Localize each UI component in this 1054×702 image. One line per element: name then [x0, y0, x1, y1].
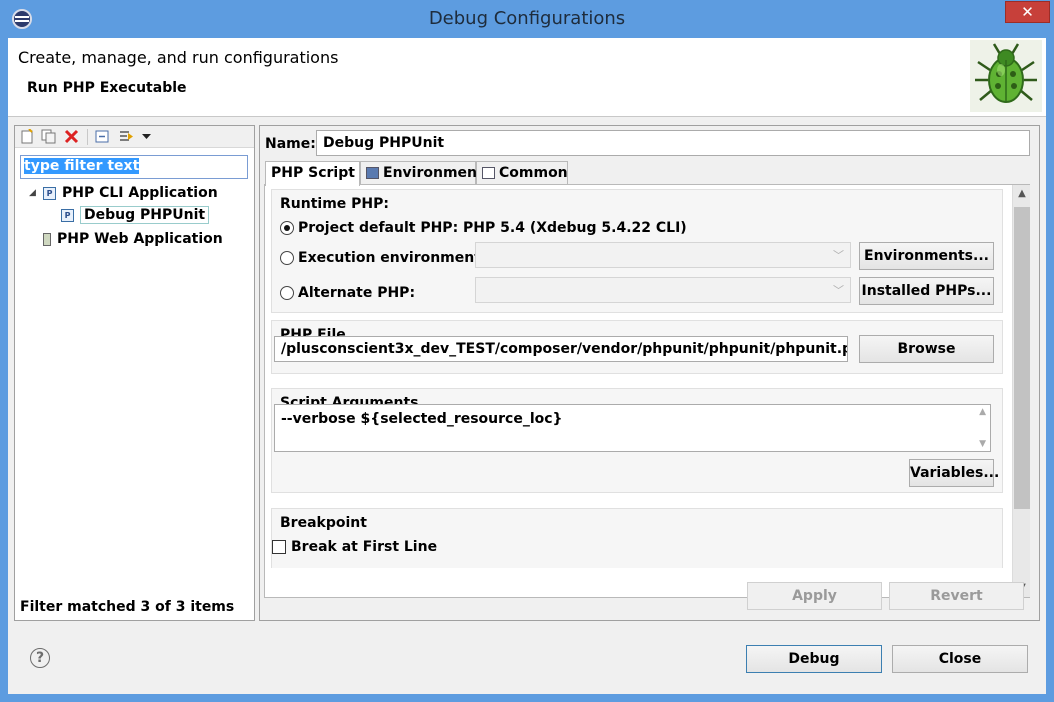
chevron-down-icon: ﹀	[833, 249, 844, 262]
dialog-window: Debug Configurations ✕ Create, manage, a…	[0, 0, 1054, 702]
filter-placeholder: type filter text	[24, 158, 140, 174]
browse-button[interactable]: Browse	[859, 335, 994, 363]
radio-button[interactable]	[280, 251, 294, 265]
variables-button[interactable]: Variables...	[909, 459, 999, 487]
alternate-php-combo[interactable]: ﹀	[475, 277, 851, 303]
script-arguments-group: Script Arguments --verbose ${selected_re…	[271, 388, 1003, 493]
bug-icon	[970, 40, 1042, 112]
tab-label: Common	[499, 165, 568, 181]
name-label: Name:	[265, 136, 316, 152]
radio-project-default[interactable]: Project default PHP: PHP 5.4 (Xdebug 5.4…	[280, 220, 687, 236]
title-bar[interactable]: Debug Configurations ✕	[0, 0, 1054, 38]
close-button[interactable]: Close	[892, 645, 1028, 673]
php-web-icon	[43, 232, 51, 246]
radio-label: Project default PHP: PHP 5.4 (Xdebug 5.4…	[298, 220, 687, 236]
view-menu-icon[interactable]	[139, 129, 154, 144]
delete-icon[interactable]	[64, 129, 79, 144]
radio-label: Alternate PHP:	[298, 285, 416, 301]
config-editor-panel: Name: Debug PHPUnit PHP Script Environme…	[259, 125, 1040, 621]
duplicate-icon[interactable]	[41, 129, 56, 144]
tree-item-php-web[interactable]: PHP Web Application	[43, 231, 223, 251]
script-arguments-field[interactable]: --verbose ${selected_resource_loc} ▲ ▼	[274, 404, 991, 452]
break-first-line-checkbox-row[interactable]: Break at First Line	[272, 539, 437, 555]
environment-icon	[366, 167, 379, 179]
scrollbar-thumb[interactable]	[1014, 207, 1030, 509]
tree-item-label: PHP CLI Application	[62, 185, 218, 201]
new-config-icon[interactable]	[20, 129, 35, 144]
radio-alternate-php[interactable]: Alternate PHP:	[280, 285, 415, 301]
tree-item-php-cli[interactable]: P PHP CLI Application	[43, 185, 218, 205]
dialog-header-title: Create, manage, and run configurations	[18, 48, 339, 67]
dialog-client: Create, manage, and run configurations R…	[8, 38, 1046, 694]
filter-input[interactable]: type filter text	[20, 155, 248, 179]
tree-item-label: Debug PHPUnit	[80, 206, 210, 224]
revert-button[interactable]: Revert	[889, 582, 1024, 610]
dialog-header-subtitle: Run PHP Executable	[27, 80, 187, 96]
filter-status: Filter matched 3 of 3 items	[20, 599, 235, 615]
config-toolbar	[15, 126, 254, 148]
textarea-scroll-down-icon[interactable]: ▼	[979, 439, 986, 449]
scroll-up-icon[interactable]: ▲	[1013, 185, 1031, 203]
window-title: Debug Configurations	[428, 8, 626, 29]
chevron-down-icon: ﹀	[833, 284, 844, 297]
script-arguments-value: --verbose ${selected_resource_loc}	[281, 411, 563, 427]
filter-icon[interactable]	[119, 129, 134, 144]
tree-item-debug-phpunit[interactable]: P Debug PHPUnit	[61, 206, 210, 227]
runtime-php-title: Runtime PHP:	[280, 196, 389, 212]
break-first-line-checkbox[interactable]	[272, 540, 286, 554]
radio-label: Execution environment:	[298, 250, 487, 266]
radio-button-selected[interactable]	[280, 221, 294, 235]
php-file-icon: P	[61, 208, 74, 222]
expand-collapse-icon[interactable]: ◢	[29, 188, 36, 198]
execution-env-combo[interactable]: ﹀	[475, 242, 851, 268]
collapse-all-icon[interactable]	[95, 129, 110, 144]
config-name-field[interactable]: Debug PHPUnit	[316, 130, 1030, 156]
breakpoint-group: Breakpoint Break at First Line	[271, 508, 1003, 568]
environments-button[interactable]: Environments...	[859, 242, 994, 270]
tab-label: Environment	[383, 165, 484, 181]
tab-common[interactable]: Common	[476, 161, 568, 185]
php-script-tab-content: ▲ ▼ Runtime PHP: Project default PHP: PH…	[264, 184, 1030, 598]
radio-execution-env[interactable]: Execution environment:	[280, 250, 487, 266]
apply-button[interactable]: Apply	[747, 582, 882, 610]
config-list-panel: type filter text ◢ P PHP CLI Application …	[14, 125, 255, 621]
tab-php-script[interactable]: PHP Script	[265, 161, 360, 186]
help-icon[interactable]: ?	[30, 648, 50, 668]
runtime-php-group: Runtime PHP: Project default PHP: PHP 5.…	[271, 189, 1003, 313]
php-file-icon: P	[43, 186, 56, 200]
tab-label: PHP Script	[271, 165, 355, 181]
php-file-field[interactable]: /plusconscient3x_dev_TEST/composer/vendo…	[274, 336, 848, 362]
installed-phps-button[interactable]: Installed PHPs...	[859, 277, 994, 305]
textarea-scroll-up-icon[interactable]: ▲	[979, 407, 986, 417]
dialog-header: Create, manage, and run configurations R…	[8, 38, 1046, 117]
debug-button[interactable]: Debug	[746, 645, 882, 673]
checkbox-label: Break at First Line	[291, 539, 438, 555]
common-icon	[482, 167, 495, 179]
window-close-button[interactable]: ✕	[1005, 1, 1050, 23]
vertical-scrollbar[interactable]: ▲ ▼	[1012, 185, 1030, 597]
tree-item-label: PHP Web Application	[57, 231, 223, 247]
breakpoint-title: Breakpoint	[280, 515, 367, 531]
php-file-group: PHP File /plusconscient3x_dev_TEST/compo…	[271, 320, 1003, 374]
tab-environment[interactable]: Environment	[360, 161, 484, 185]
radio-button[interactable]	[280, 286, 294, 300]
